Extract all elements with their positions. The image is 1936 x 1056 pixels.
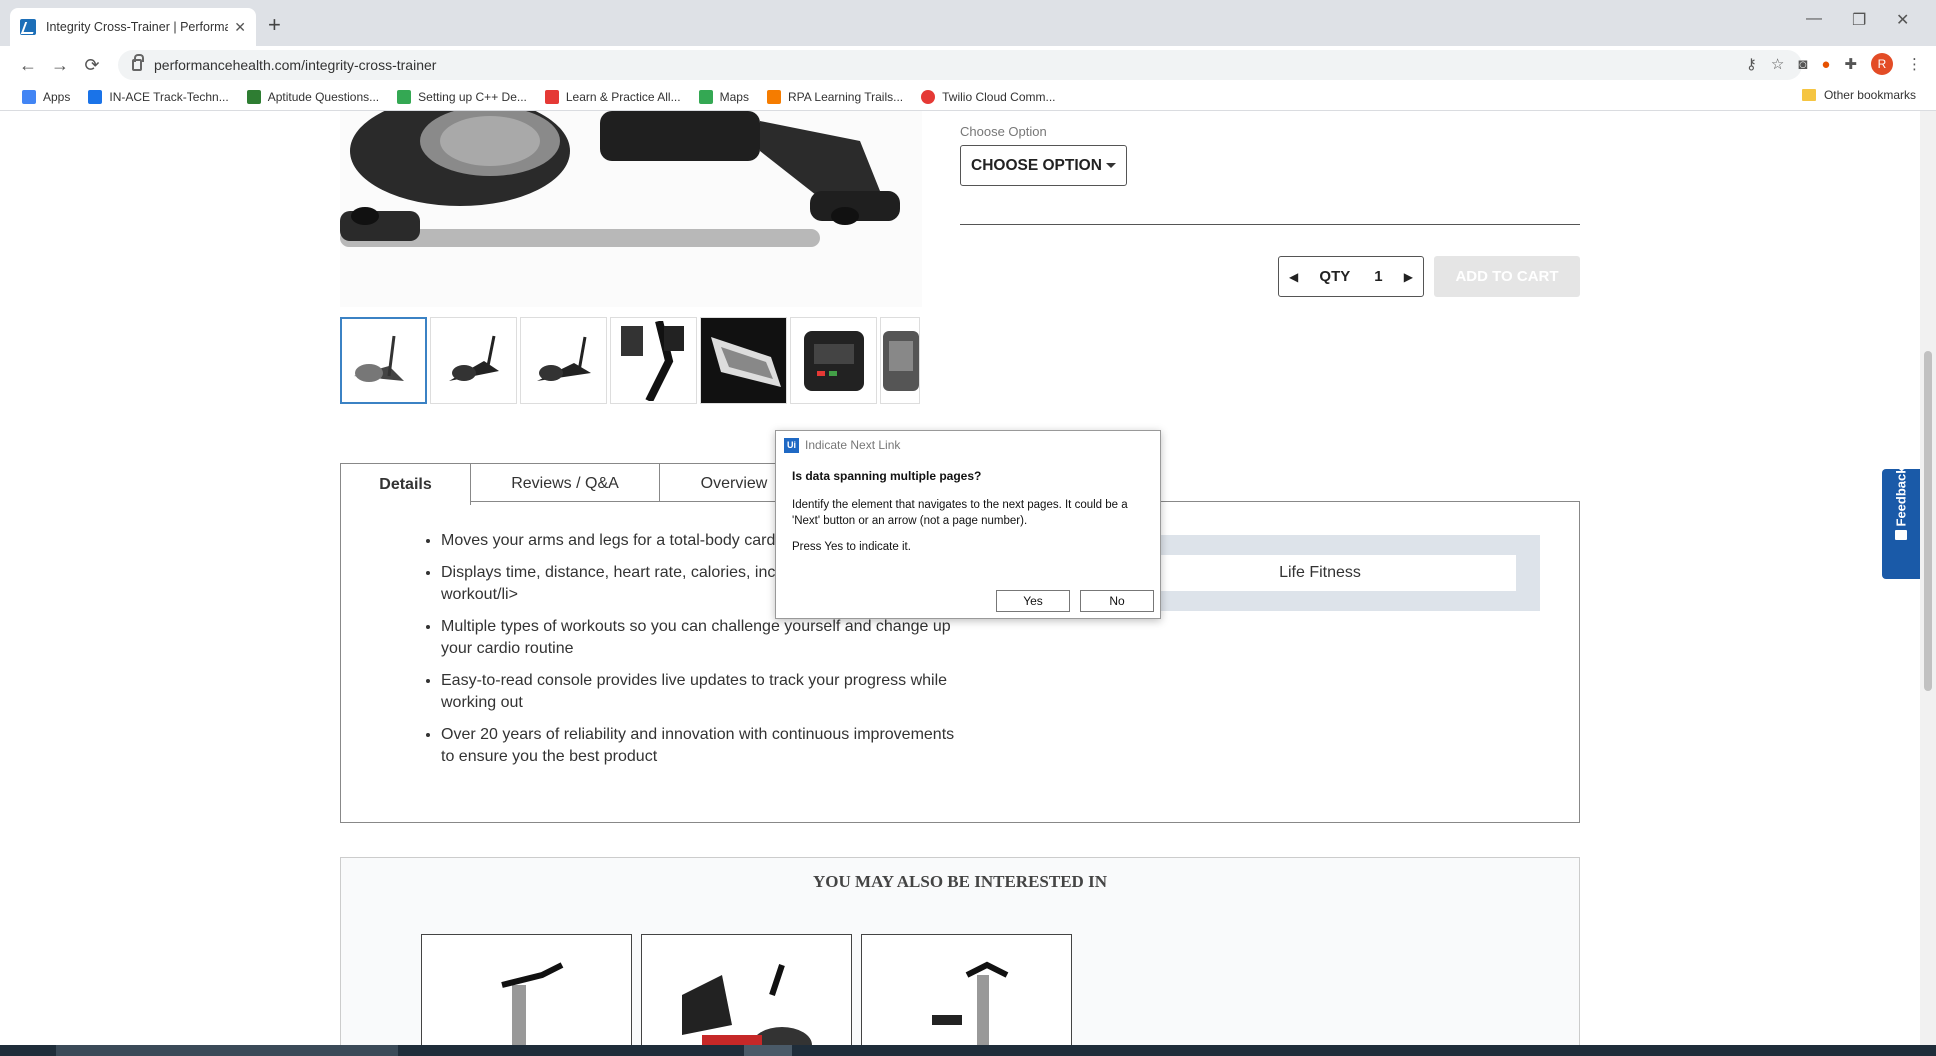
bookmarks-bar: Apps IN-ACE Track-Techn... Aptitude Ques… [0, 84, 1936, 110]
thumbnail-1[interactable] [340, 317, 427, 404]
tab-strip: Integrity Cross-Trainer | Performa... ✕ … [0, 0, 1936, 46]
quantity-stepper[interactable]: ◀ QTY 1 ▶ [1278, 256, 1424, 297]
dialog-question: Is data spanning multiple pages? [792, 469, 982, 483]
related-title: YOU MAY ALSO BE INTERESTED IN [813, 872, 1107, 891]
folder-icon [1801, 89, 1816, 101]
taskbar-segment[interactable] [56, 1045, 398, 1056]
address-url: performancehealth.com/integrity-cross-tr… [154, 57, 437, 73]
camera-extension-icon[interactable]: ◙ [1798, 56, 1807, 73]
toolbar-right-icons: ⚷ ☆ ◙ ● ✚ R ⋮ [1746, 53, 1922, 75]
thumbnail-6[interactable] [790, 317, 877, 404]
product-thumbnails [340, 317, 920, 404]
gfg-icon [397, 90, 412, 104]
leaf-icon [246, 90, 261, 104]
scrollbar-thumb[interactable] [1924, 351, 1932, 691]
feedback-icon [1895, 529, 1907, 540]
page-scrollbar[interactable] [1920, 111, 1936, 1045]
dialog-hint: Press Yes to indicate it. [792, 541, 911, 553]
thumbnail-4[interactable] [610, 317, 697, 404]
thumbnail-7[interactable] [880, 317, 920, 404]
lock-icon [132, 54, 144, 71]
dialog-title: Indicate Next Link [805, 438, 901, 452]
qty-decrease-icon[interactable]: ◀ [1289, 270, 1298, 284]
bookmark-item-rpa[interactable]: RPA Learning Trails... [766, 90, 903, 104]
puzzle-extensions-icon[interactable]: ✚ [1844, 55, 1857, 73]
carousel-next-icon[interactable]: › [1537, 1038, 1544, 1045]
profile-avatar[interactable]: R [1871, 53, 1893, 75]
qty-value: 1 [1374, 268, 1383, 285]
add-to-cart-button[interactable]: ADD TO CART [1434, 256, 1580, 297]
rpa-icon [766, 90, 781, 104]
list-item: Multiple types of workouts so you can ch… [441, 616, 961, 660]
uipath-icon: Ui [784, 437, 799, 453]
bookmark-item-aptitude[interactable]: Aptitude Questions... [246, 90, 379, 104]
bookmark-star-icon[interactable]: ☆ [1771, 55, 1784, 73]
related-card-2[interactable] [641, 934, 852, 1045]
fire-extension-icon[interactable]: ● [1821, 56, 1830, 73]
tab-title: Integrity Cross-Trainer | Performa... [46, 20, 229, 34]
apps-grid-icon [22, 90, 36, 104]
window-close-button[interactable]: ✕ [1896, 10, 1909, 30]
dialog-body: Identify the element that navigates to t… [792, 499, 1128, 527]
indicate-next-link-dialog: Ui Indicate Next Link Is data spanning m… [775, 430, 1161, 619]
list-item: Over 20 years of reliability and innovat… [441, 724, 961, 768]
maps-icon [698, 90, 713, 104]
bookmark-item-twilio[interactable]: Twilio Cloud Comm... [921, 90, 1056, 104]
related-card-3[interactable] [861, 934, 1072, 1045]
back-button[interactable]: ← [12, 55, 44, 76]
thumbnail-3[interactable] [520, 317, 607, 404]
site-favicon-icon [20, 19, 36, 35]
related-card-1[interactable] [421, 934, 632, 1045]
browser-chrome: Integrity Cross-Trainer | Performa... ✕ … [0, 0, 1936, 111]
brand-box: Life Fitness [1100, 535, 1540, 611]
bookmark-item-cpp[interactable]: Setting up C++ De... [397, 90, 527, 104]
browser-menu-icon[interactable]: ⋮ [1907, 55, 1922, 73]
no-button[interactable]: No [1080, 590, 1154, 612]
yes-button[interactable]: Yes [996, 590, 1070, 612]
thumbnail-2[interactable] [430, 317, 517, 404]
bookmark-item-apps[interactable]: Apps [22, 90, 70, 104]
choose-option-dropdown[interactable]: CHOOSE OPTION [960, 145, 1127, 186]
browser-toolbar: ← → ⟳ performancehealth.com/integrity-cr… [0, 46, 1936, 84]
product-main-image [340, 111, 922, 307]
bookmark-item-maps[interactable]: Maps [698, 90, 749, 104]
browser-tab-active[interactable]: Integrity Cross-Trainer | Performa... ✕ [10, 8, 256, 46]
twilio-icon [921, 90, 936, 104]
tab-reviews[interactable]: Reviews / Q&A [470, 463, 660, 503]
other-bookmarks[interactable]: Other bookmarks [1801, 88, 1916, 102]
window-minimize-button[interactable]: — [1806, 10, 1822, 28]
bookmark-item-learn[interactable]: Learn & Practice All... [544, 90, 681, 104]
os-taskbar [0, 1045, 1936, 1056]
dialog-buttons: Yes No [996, 590, 1154, 612]
divider [960, 224, 1580, 225]
address-bar[interactable]: performancehealth.com/integrity-cross-tr… [118, 50, 1802, 80]
choose-option-value: CHOOSE OPTION [971, 156, 1102, 174]
thumbnail-5[interactable] [700, 317, 787, 404]
window-restore-button[interactable]: ❐ [1852, 10, 1866, 30]
forward-button[interactable]: → [44, 55, 76, 76]
qty-increase-icon[interactable]: ▶ [1404, 270, 1413, 284]
tab-details[interactable]: Details [340, 463, 471, 505]
new-tab-button[interactable]: + [268, 12, 281, 38]
learn-icon [544, 90, 559, 104]
qty-label: QTY [1319, 268, 1351, 285]
bookmark-item-in-ace[interactable]: IN-ACE Track-Techn... [88, 90, 229, 104]
list-item: Easy-to-read console provides live updat… [441, 670, 961, 714]
reload-button[interactable]: ⟳ [76, 55, 108, 76]
feedback-tab[interactable]: Feedback [1882, 466, 1920, 579]
dialog-header: Ui Indicate Next Link [776, 431, 1160, 459]
tab-close-icon[interactable]: ✕ [234, 19, 246, 36]
carousel-prev-icon[interactable]: ‹ [367, 1038, 374, 1045]
key-icon[interactable]: ⚷ [1746, 55, 1757, 73]
brand-name: Life Fitness [1124, 555, 1516, 591]
infinity-icon [88, 90, 103, 104]
related-products: YOU MAY ALSO BE INTERESTED IN ‹ › [340, 857, 1580, 1045]
chevron-down-icon [1106, 163, 1116, 168]
feedback-label: Feedback [1893, 466, 1909, 526]
choose-option-label: Choose Option [960, 124, 1047, 139]
taskbar-segment[interactable] [744, 1045, 792, 1056]
